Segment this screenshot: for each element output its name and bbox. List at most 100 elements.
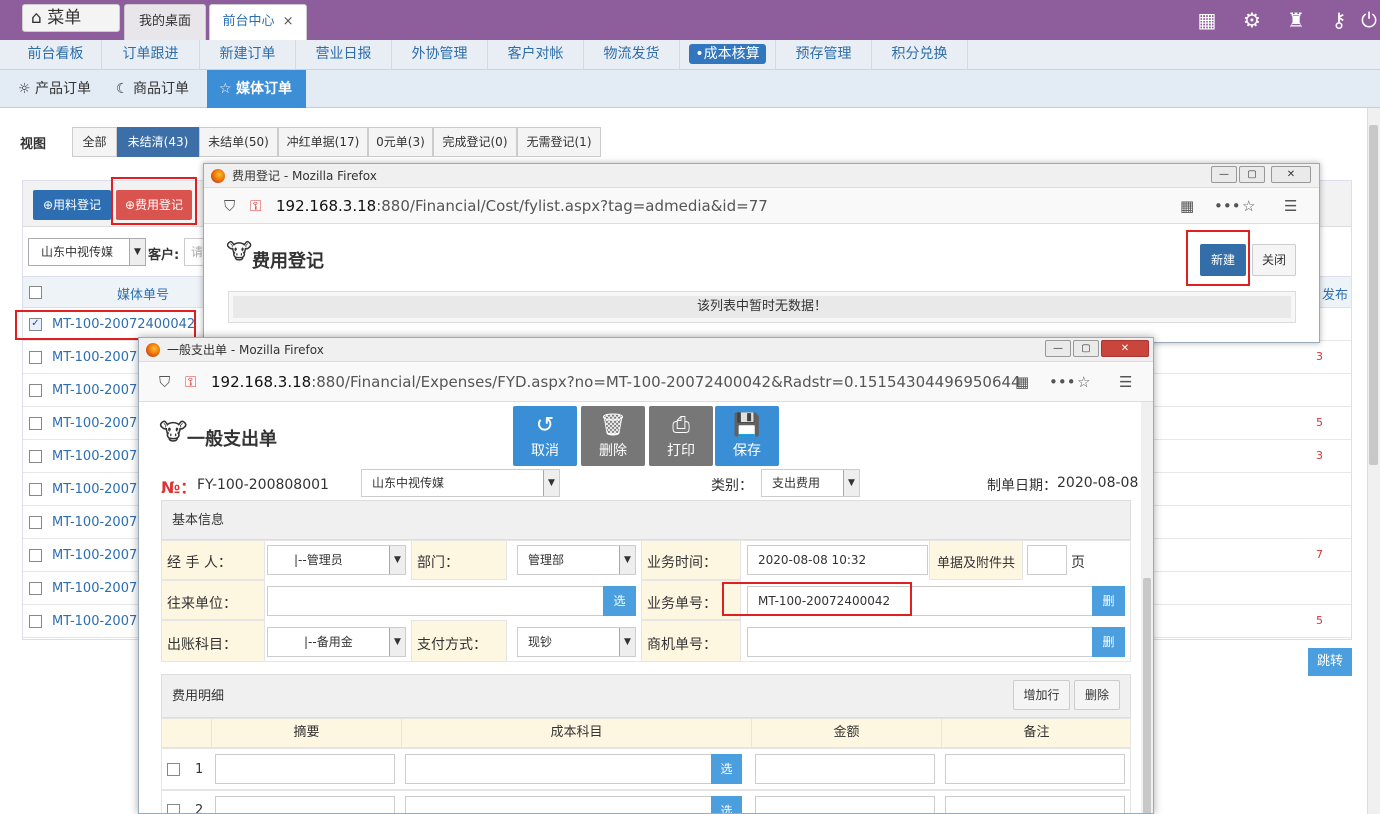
print-button[interactable]: ⎙ 打印 xyxy=(649,406,713,466)
subtab-media-order[interactable]: ☆ 媒体订单 xyxy=(207,70,306,108)
close-window-button[interactable]: ✕ xyxy=(1271,166,1311,183)
subtab-product-order[interactable]: ☼ 产品订单 xyxy=(6,70,104,108)
grid-add-icon[interactable]: ▦ xyxy=(1196,9,1218,31)
media-order-link[interactable]: MT-100-2007 xyxy=(52,548,137,563)
row-checkbox[interactable] xyxy=(29,384,42,397)
row-checkbox[interactable] xyxy=(29,483,42,496)
close-icon[interactable]: × xyxy=(283,14,294,29)
biztime-input[interactable]: 2020-08-08 10:32 xyxy=(747,545,928,575)
nav-daily-report[interactable]: 营业日报 xyxy=(296,40,392,70)
maximize-button[interactable]: ▢ xyxy=(1073,340,1099,357)
bookmark-star-icon[interactable]: ☆ xyxy=(1077,373,1090,391)
view-unsettled-button[interactable]: 未结清(43) xyxy=(117,127,199,157)
media-order-link[interactable]: MT-100-2007 xyxy=(52,482,137,497)
row-checkbox[interactable] xyxy=(29,549,42,562)
gear-icon[interactable]: ⚙ xyxy=(1241,9,1263,31)
nav-cost-accounting[interactable]: •成本核算 xyxy=(680,40,776,70)
remark-input[interactable] xyxy=(945,796,1125,813)
save-button[interactable]: 💾 保存 xyxy=(715,406,779,466)
media-order-link[interactable]: MT-100-2007 xyxy=(52,449,137,464)
media-order-link[interactable]: MT-100-2007 xyxy=(52,515,137,530)
partner-input[interactable] xyxy=(267,586,604,616)
row-checkbox[interactable] xyxy=(29,516,42,529)
media-order-link[interactable]: MT-100-2007 xyxy=(52,383,137,398)
bizno-delete-button[interactable]: 删 xyxy=(1092,586,1125,616)
media-order-link[interactable]: MT-100-2007 xyxy=(52,581,137,596)
url-bar[interactable]: ⛉ ⚿ 192.168.3.18:880/Financial/Cost/fyli… xyxy=(204,188,1319,224)
menu-button[interactable]: ⌂ 菜单 xyxy=(22,4,120,32)
company-select[interactable]: 山东中视传媒 ▼ xyxy=(361,469,560,497)
media-order-link[interactable]: MT-100-2007 xyxy=(52,416,137,431)
close-window-button[interactable]: ✕ xyxy=(1101,340,1149,357)
nav-new-order[interactable]: 新建订单 xyxy=(200,40,296,70)
attach-count-input[interactable] xyxy=(1027,545,1067,575)
add-row-button[interactable]: 增加行 xyxy=(1013,680,1070,710)
view-zero-button[interactable]: 0元单(3) xyxy=(368,127,433,157)
row-checkbox[interactable] xyxy=(29,351,42,364)
subtab-goods-order[interactable]: ☾ 商品订单 xyxy=(104,70,206,108)
cost-account-input[interactable] xyxy=(405,796,712,813)
nav-outsource[interactable]: 外协管理 xyxy=(392,40,488,70)
media-order-link[interactable]: MT-100-2007 xyxy=(52,614,137,629)
summary-input[interactable] xyxy=(215,796,395,813)
cancel-button[interactable]: ↺ 取消 xyxy=(513,406,577,466)
nav-points[interactable]: 积分兑换 xyxy=(872,40,968,70)
close-button[interactable]: 关闭 xyxy=(1252,244,1296,276)
select-all-checkbox[interactable] xyxy=(29,286,42,299)
qr-icon[interactable]: ▦ xyxy=(1015,373,1029,391)
delete-button[interactable]: 🗑 删除 xyxy=(581,406,645,466)
handler-select[interactable]: |--管理员 ▼ xyxy=(267,545,406,575)
view-done-button[interactable]: 完成登记(0) xyxy=(433,127,517,157)
url-bar[interactable]: ⛉ ⚿ 192.168.3.18:880/Financial/Expenses/… xyxy=(139,362,1153,402)
hamburger-menu-icon[interactable]: ☰ xyxy=(1119,373,1132,391)
key-icon[interactable]: ⚷ xyxy=(1328,9,1350,31)
row-checkbox[interactable] xyxy=(29,417,42,430)
more-icon[interactable]: ••• xyxy=(1049,373,1076,391)
view-all-button[interactable]: 全部 xyxy=(72,127,117,157)
paytype-select[interactable]: 现钞 ▼ xyxy=(517,627,636,657)
remark-input[interactable] xyxy=(945,754,1125,784)
partner-select-button[interactable]: 选 xyxy=(603,586,636,616)
row-checkbox[interactable] xyxy=(29,615,42,628)
cost-account-select-button[interactable]: 选 xyxy=(711,796,742,813)
row-checkbox[interactable] xyxy=(29,582,42,595)
tab-front-center[interactable]: 前台中心 × xyxy=(209,4,307,40)
row-checkbox[interactable] xyxy=(29,450,42,463)
minimize-button[interactable]: — xyxy=(1211,166,1237,183)
material-register-button[interactable]: ⊕用料登记 xyxy=(33,190,111,220)
shirt-icon[interactable]: ♜ xyxy=(1285,9,1307,31)
media-order-link[interactable]: MT-100-2007 xyxy=(52,350,137,365)
nav-front-board[interactable]: 前台看板 xyxy=(10,40,102,70)
qr-icon[interactable]: ▦ xyxy=(1180,197,1194,215)
nav-reconcile[interactable]: 客户对帐 xyxy=(488,40,584,70)
view-reversal-button[interactable]: 冲红单据(17) xyxy=(278,127,368,157)
nav-order-follow[interactable]: 订单跟进 xyxy=(102,40,200,70)
merchant-delete-button[interactable]: 删 xyxy=(1092,627,1125,657)
more-icon[interactable]: ••• xyxy=(1214,197,1241,215)
nav-prestore[interactable]: 预存管理 xyxy=(776,40,872,70)
amount-input[interactable] xyxy=(755,754,935,784)
scrollbar-thumb[interactable] xyxy=(1369,125,1378,465)
amount-input[interactable] xyxy=(755,796,935,813)
jump-button[interactable]: 跳转 xyxy=(1308,648,1352,676)
account-select[interactable]: |--备用金 ▼ xyxy=(267,627,406,657)
cost-account-input[interactable] xyxy=(405,754,712,784)
company-select[interactable]: 山东中视传媒 ▼ xyxy=(28,238,146,266)
row-checkbox[interactable] xyxy=(167,804,180,813)
bookmark-star-icon[interactable]: ☆ xyxy=(1242,197,1255,215)
delete-row-button[interactable]: 删除 xyxy=(1074,680,1120,710)
power-icon[interactable]: ⏻ xyxy=(1358,9,1380,31)
view-none-button[interactable]: 无需登记(1) xyxy=(517,127,601,157)
dept-select[interactable]: 管理部 ▼ xyxy=(517,545,636,575)
scrollbar-thumb[interactable] xyxy=(1143,578,1151,813)
cost-account-select-button[interactable]: 选 xyxy=(711,754,742,784)
category-select[interactable]: 支出费用 ▼ xyxy=(761,469,860,497)
minimize-button[interactable]: — xyxy=(1045,340,1071,357)
tab-my-desktop[interactable]: 我的桌面 xyxy=(124,4,206,40)
hamburger-menu-icon[interactable]: ☰ xyxy=(1284,197,1297,215)
nav-logistics[interactable]: 物流发货 xyxy=(584,40,680,70)
merchant-input[interactable] xyxy=(747,627,1093,657)
view-unclosed-button[interactable]: 未结单(50) xyxy=(199,127,278,157)
row-checkbox[interactable] xyxy=(167,763,180,776)
maximize-button[interactable]: ▢ xyxy=(1239,166,1265,183)
